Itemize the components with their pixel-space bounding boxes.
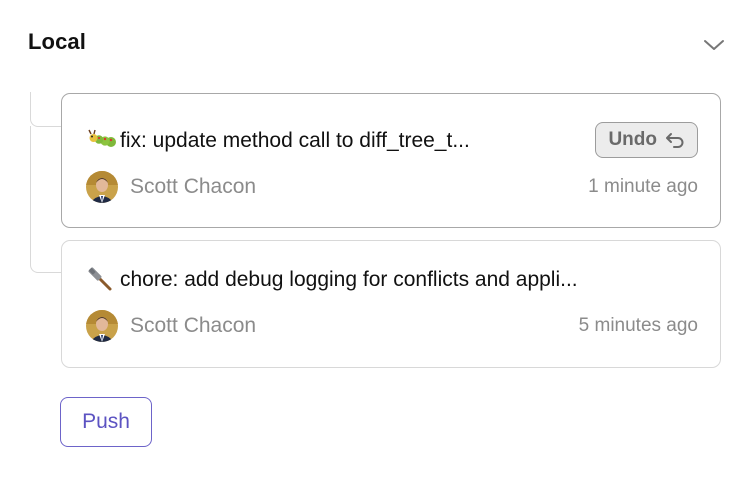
commit-meta-row: Scott Chacon 5 minutes ago xyxy=(86,309,698,343)
hammer-icon xyxy=(86,266,120,292)
section-header: Local xyxy=(28,25,728,59)
commit-meta-row: Scott Chacon 1 minute ago xyxy=(86,170,698,204)
commit-message: chore: add debug logging for conflicts a… xyxy=(120,267,578,291)
commit-card[interactable]: fix: update method call to diff_tree_t..… xyxy=(61,93,721,228)
push-button[interactable]: Push xyxy=(60,397,152,447)
caterpillar-icon xyxy=(86,127,120,153)
commit-message: fix: update method call to diff_tree_t..… xyxy=(120,128,470,152)
commit-title-row: fix: update method call to diff_tree_t..… xyxy=(86,122,698,158)
tree-connector-line xyxy=(30,126,61,273)
undo-arrow-icon xyxy=(666,133,684,148)
tree-connector-line xyxy=(30,92,61,127)
author-name: Scott Chacon xyxy=(130,314,257,337)
commit-card[interactable]: chore: add debug logging for conflicts a… xyxy=(61,240,721,368)
chevron-down-icon xyxy=(704,40,724,50)
commit-timestamp: 5 minutes ago xyxy=(578,315,698,336)
commit-title-row: chore: add debug logging for conflicts a… xyxy=(86,263,698,295)
collapse-button[interactable] xyxy=(700,33,728,57)
section-title: Local xyxy=(28,29,86,54)
undo-button[interactable]: Undo xyxy=(595,122,698,158)
undo-label: Undo xyxy=(608,129,657,150)
author-name: Scott Chacon xyxy=(130,175,257,198)
local-branch-panel: Local fix: update method call to diff_tr… xyxy=(0,0,754,478)
avatar xyxy=(86,310,118,342)
commit-timestamp: 1 minute ago xyxy=(588,176,698,197)
avatar xyxy=(86,171,118,203)
